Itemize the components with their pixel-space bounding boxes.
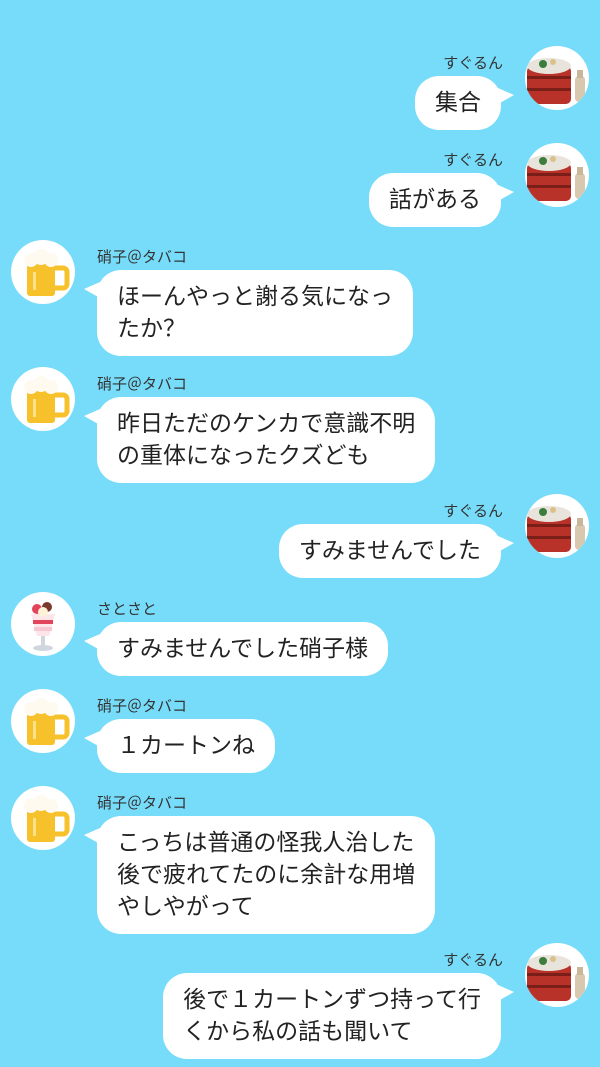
message-bubble[interactable]: 集合 (415, 76, 514, 130)
message-bubble[interactable]: すみませんでした (278, 524, 515, 578)
sender-name: すぐるん (443, 502, 503, 520)
sender-name: 硝子＠タバコ (97, 697, 188, 715)
sender-name: 硝子＠タバコ (97, 794, 188, 812)
sender-name: 硝子＠タバコ (97, 375, 188, 393)
sender-name: 硝子＠タバコ (97, 248, 188, 266)
beer-mug-icon (24, 698, 70, 745)
avatar[interactable] (525, 143, 589, 207)
sender-name: すぐるん (443, 54, 503, 72)
avatar[interactable] (11, 786, 75, 850)
avatar[interactable] (525, 943, 589, 1007)
message-bubble[interactable]: ほーんやっと謝る気になっ たか？ (84, 270, 413, 356)
avatar[interactable] (525, 46, 589, 110)
beer-mug-icon (24, 249, 70, 296)
avatar[interactable] (11, 592, 75, 656)
parfait-icon (31, 602, 55, 651)
message-bubble[interactable]: こっちは普通の怪我人治した 後で疲れてたのに余計な用増 やしやがって (83, 816, 436, 934)
lacquer-box-sake-icon (527, 506, 585, 552)
sender-name: すぐるん (443, 951, 503, 969)
message-bubble[interactable]: 後で１カートンずつ持って行 くから私の話も聞いて (163, 973, 514, 1059)
sender-name: すぐるん (443, 151, 503, 169)
avatar[interactable] (11, 240, 75, 304)
lacquer-box-sake-icon (527, 155, 585, 201)
message-bubble[interactable]: すみませんでした硝子様 (83, 622, 389, 676)
avatar[interactable] (525, 494, 589, 558)
beer-mug-icon (24, 376, 70, 423)
message-bubble[interactable]: １カートンね (84, 719, 275, 773)
avatar[interactable] (11, 689, 75, 753)
lacquer-box-sake-icon (527, 955, 585, 1001)
sender-name: さとさと (97, 600, 158, 618)
message-bubble[interactable]: 昨日ただのケンカで意識不明 の重体になったクズども (83, 397, 436, 483)
avatar[interactable] (11, 367, 75, 431)
beer-mug-icon (24, 795, 70, 842)
lacquer-box-sake-icon (527, 58, 585, 104)
message-bubble[interactable]: 話がある (369, 173, 514, 227)
